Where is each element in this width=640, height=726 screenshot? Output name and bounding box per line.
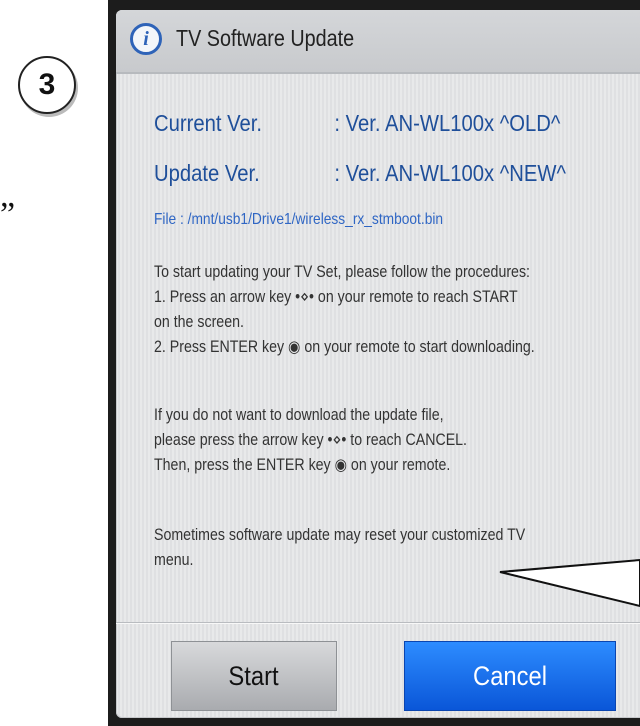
quote-mark: ” bbox=[0, 196, 16, 233]
instruction-line: To start updating your TV Set, please fo… bbox=[154, 263, 530, 281]
instruction-line: 2. Press ENTER key ◉ on your remote to s… bbox=[154, 338, 535, 356]
instruction-line: Then, press the ENTER key ◉ on your remo… bbox=[154, 456, 451, 474]
current-version-label: Current Ver. bbox=[154, 110, 263, 136]
instruction-line: If you do not want to download the updat… bbox=[154, 406, 444, 424]
current-version-row: Current Ver. : Ver. AN-WL100x ^OLD^ bbox=[154, 110, 560, 137]
start-button[interactable]: Start bbox=[171, 641, 337, 711]
instruction-line: on the screen. bbox=[154, 313, 244, 331]
instruction-line: 1. Press an arrow key •⋄• on your remote… bbox=[154, 288, 518, 306]
dialog-header: i TV Software Update bbox=[116, 10, 640, 74]
button-separator bbox=[116, 622, 640, 624]
tv-screen: i TV Software Update Current Ver. : Ver.… bbox=[108, 0, 640, 726]
warning-text: Sometimes software update may reset your… bbox=[154, 523, 525, 573]
software-update-dialog: i TV Software Update Current Ver. : Ver.… bbox=[116, 10, 640, 718]
warning-line: menu. bbox=[154, 551, 194, 569]
warning-line: Sometimes software update may reset your… bbox=[154, 526, 526, 544]
current-version-value: : Ver. AN-WL100x ^OLD^ bbox=[334, 110, 561, 136]
step-number-badge: 3 bbox=[18, 56, 76, 114]
update-version-row: Update Ver. : Ver. AN-WL100x ^NEW^ bbox=[154, 160, 566, 187]
file-path: File : /mnt/usb1/Drive1/wireless_rx_stmb… bbox=[154, 211, 444, 228]
cancel-button-label: Cancel bbox=[473, 660, 547, 691]
dialog-title: TV Software Update bbox=[176, 25, 355, 51]
instructions-text: To start updating your TV Set, please fo… bbox=[154, 260, 535, 360]
update-version-label: Update Ver. bbox=[154, 160, 260, 186]
cancel-instructions-text: If you do not want to download the updat… bbox=[154, 403, 467, 478]
cancel-button[interactable]: Cancel bbox=[404, 641, 616, 711]
info-icon: i bbox=[130, 23, 162, 55]
start-button-label: Start bbox=[228, 660, 280, 691]
update-version-value: : Ver. AN-WL100x ^NEW^ bbox=[334, 160, 566, 186]
instruction-line: please press the arrow key •⋄• to reach … bbox=[154, 431, 467, 449]
